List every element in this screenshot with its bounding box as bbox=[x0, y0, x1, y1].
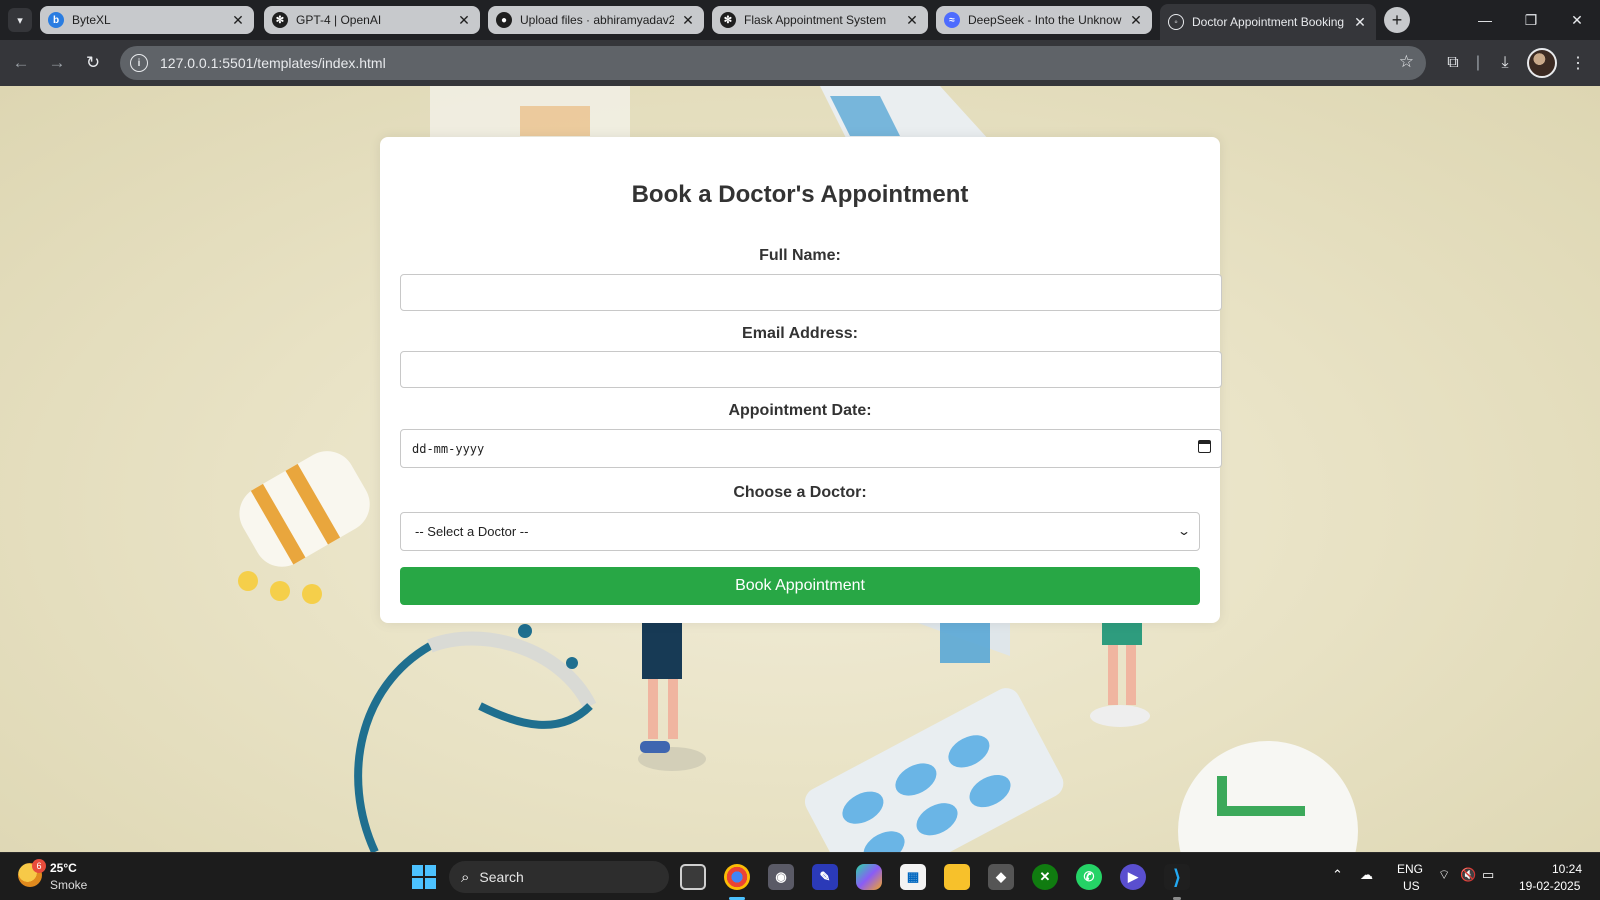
wifi-icon[interactable]: ⌔ bbox=[1438, 867, 1450, 883]
reload-icon: ↻ bbox=[85, 53, 101, 72]
doctor-select-value: -- Select a Doctor -- bbox=[415, 524, 529, 539]
appointment-form-card: Book a Doctor's Appointment Full Name: E… bbox=[380, 137, 1222, 623]
battery-icon[interactable]: ▭ bbox=[1482, 867, 1494, 883]
appointment-date-input[interactable]: dd-mm-yyyy bbox=[400, 429, 1222, 468]
chevron-up-icon[interactable]: ⌃ bbox=[1332, 867, 1343, 883]
weather-condition[interactable]: Smoke bbox=[50, 878, 87, 892]
reload-button[interactable]: ↻ bbox=[80, 50, 106, 76]
page-title: Book a Doctor's Appointment bbox=[631, 181, 969, 208]
toolbar-divider: | bbox=[1475, 54, 1481, 71]
close-tab-icon[interactable]: ✕ bbox=[1352, 14, 1368, 31]
openai-icon: ✻ bbox=[272, 12, 288, 28]
download-icon[interactable]: ⤓ bbox=[1493, 51, 1517, 75]
full-name-label: Full Name: bbox=[759, 247, 841, 264]
search-icon: ⌕ bbox=[461, 868, 470, 886]
bookmark-star-icon[interactable]: ☆ bbox=[1399, 52, 1414, 72]
taskbar-search[interactable]: ⌕ Search bbox=[449, 861, 669, 893]
windows-logo-icon bbox=[425, 865, 436, 876]
restore-icon: ❐ bbox=[1524, 11, 1538, 28]
email-label: Email Address: bbox=[742, 325, 858, 342]
vscode-icon[interactable]: ⟩ bbox=[1164, 864, 1190, 890]
arrow-right-icon: → bbox=[48, 53, 66, 72]
choose-doctor-label: Choose a Doctor: bbox=[733, 484, 867, 501]
arrow-left-icon: ← bbox=[12, 53, 30, 72]
browser-toolbar: ← → ↻ i 127.0.0.1:5501/templates/index.h… bbox=[0, 40, 1600, 86]
tab-doctor-appointment[interactable]: ◦ Doctor Appointment Booking ✕ bbox=[1160, 4, 1376, 40]
chevron-down-icon: ▾ bbox=[17, 14, 23, 27]
close-icon: ✕ bbox=[1571, 11, 1583, 28]
tab-github[interactable]: ● Upload files · abhiramyadav2 ✕ bbox=[488, 6, 704, 34]
tab-flask-appointment[interactable]: ✻ Flask Appointment System ✕ bbox=[712, 6, 928, 34]
date-placeholder: dd-mm-yyyy bbox=[412, 441, 485, 456]
tab-search-button[interactable]: ▾ bbox=[8, 8, 32, 32]
search-label: Search bbox=[479, 869, 524, 885]
doctor-select[interactable]: -- Select a Doctor -- ⌄ bbox=[400, 512, 1200, 551]
pen-app-icon[interactable]: ✎ bbox=[812, 864, 838, 890]
weather-badge: 6 bbox=[32, 859, 46, 873]
calendar-icon[interactable] bbox=[1198, 440, 1211, 453]
forward-button[interactable]: → bbox=[44, 50, 70, 76]
minimize-icon: — bbox=[1478, 12, 1492, 28]
github-icon: ● bbox=[496, 12, 512, 28]
windows-logo-icon bbox=[412, 865, 423, 876]
weather-temp[interactable]: 25°C bbox=[50, 861, 77, 875]
windows-taskbar: 6 25°C Smoke ⌕ Search ◉ ✎ ▦ ◆ ✕ ✆ ▶ ⟩ ⌃ … bbox=[0, 852, 1600, 900]
camera-icon[interactable]: ◉ bbox=[768, 864, 794, 890]
store-icon[interactable]: ▦ bbox=[900, 864, 926, 890]
chrome-icon[interactable] bbox=[724, 864, 750, 890]
whatsapp-icon[interactable]: ✆ bbox=[1076, 864, 1102, 890]
close-window-button[interactable]: ✕ bbox=[1554, 0, 1600, 40]
minimize-button[interactable]: — bbox=[1462, 0, 1508, 40]
page-viewport: Book a Doctor's Appointment Full Name: E… bbox=[0, 86, 1600, 852]
close-tab-icon[interactable]: ✕ bbox=[230, 12, 246, 29]
windows-logo-icon bbox=[412, 878, 423, 889]
close-tab-icon[interactable]: ✕ bbox=[904, 12, 920, 29]
site-info-icon[interactable]: i bbox=[130, 54, 148, 72]
close-tab-icon[interactable]: ✕ bbox=[1128, 12, 1144, 29]
address-bar[interactable]: i 127.0.0.1:5501/templates/index.html ☆ bbox=[120, 46, 1426, 80]
tab-bytexl[interactable]: b ByteXL ✕ bbox=[40, 6, 254, 34]
xbox-icon[interactable]: ✕ bbox=[1032, 864, 1058, 890]
bytexl-icon: b bbox=[48, 12, 64, 28]
new-tab-button[interactable]: + bbox=[1384, 7, 1410, 33]
start-button[interactable] bbox=[412, 865, 436, 889]
openai-icon: ✻ bbox=[720, 12, 736, 28]
onedrive-icon[interactable]: ☁ bbox=[1360, 867, 1373, 883]
restore-button[interactable]: ❐ bbox=[1508, 0, 1554, 40]
url-text[interactable]: 127.0.0.1:5501/templates/index.html bbox=[160, 55, 386, 71]
close-tab-icon[interactable]: ✕ bbox=[680, 12, 696, 29]
extensions-icon[interactable]: ⧉ bbox=[1441, 51, 1465, 75]
back-button[interactable]: ← bbox=[8, 50, 34, 76]
book-appointment-button[interactable]: Book Appointment bbox=[400, 567, 1200, 605]
clock-time[interactable]: 10:24 bbox=[1552, 862, 1582, 876]
language-region[interactable]: US bbox=[1403, 879, 1420, 893]
email-input[interactable] bbox=[400, 351, 1222, 388]
tab-strip: ▾ b ByteXL ✕ ✻ GPT-4 | OpenAI ✕ ● Upload… bbox=[0, 0, 1600, 40]
task-view-icon[interactable] bbox=[680, 864, 706, 890]
tab-deepseek[interactable]: ≈ DeepSeek - Into the Unknown ✕ bbox=[936, 6, 1152, 34]
appointment-date-label: Appointment Date: bbox=[728, 402, 872, 419]
profile-avatar[interactable] bbox=[1527, 48, 1557, 78]
file-explorer-icon[interactable] bbox=[944, 864, 970, 890]
volume-muted-icon[interactable]: 🔇 bbox=[1460, 867, 1476, 883]
deepseek-icon: ≈ bbox=[944, 12, 960, 28]
globe-icon: ◦ bbox=[1168, 14, 1184, 30]
full-name-input[interactable] bbox=[400, 274, 1222, 311]
media-player-icon[interactable]: ▶ bbox=[1120, 864, 1146, 890]
chevron-down-icon: ⌄ bbox=[1176, 524, 1192, 538]
copilot-icon[interactable] bbox=[856, 864, 882, 890]
tab-openai[interactable]: ✻ GPT-4 | OpenAI ✕ bbox=[264, 6, 480, 34]
menu-kebab-icon[interactable]: ⋮ bbox=[1566, 51, 1590, 75]
close-tab-icon[interactable]: ✕ bbox=[456, 12, 472, 29]
language-indicator[interactable]: ENG bbox=[1397, 862, 1423, 876]
unity-icon[interactable]: ◆ bbox=[988, 864, 1014, 890]
clock-date[interactable]: 19-02-2025 bbox=[1519, 879, 1580, 893]
windows-logo-icon bbox=[425, 878, 436, 889]
plus-icon: + bbox=[1391, 9, 1403, 30]
